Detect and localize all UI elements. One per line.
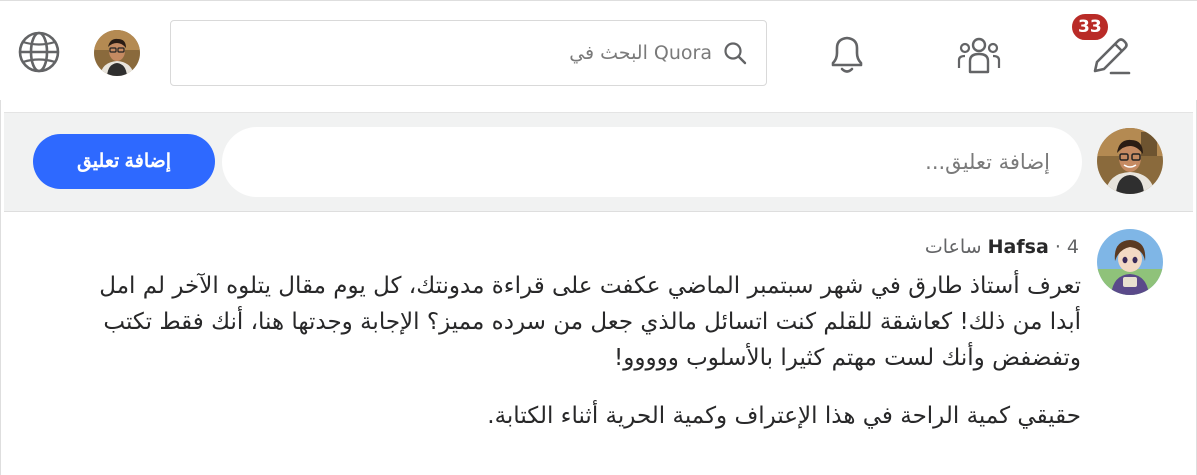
current-user-avatar-image	[1097, 128, 1163, 194]
people-icon[interactable]	[955, 30, 1003, 78]
comment-paragraph: تعرف أستاذ طارق في شهر سبتمبر الماضي عكف…	[99, 273, 1081, 371]
globe-icon[interactable]	[16, 29, 62, 75]
search-placeholder: البحث في Quora	[569, 42, 712, 64]
user-avatar[interactable]	[94, 30, 140, 76]
search-bar[interactable]: البحث في Quora	[170, 20, 767, 86]
comment-input[interactable]	[222, 127, 1082, 197]
meta-separator: ·	[1054, 236, 1061, 258]
current-user-avatar[interactable]	[1097, 128, 1163, 194]
user-avatar-image	[94, 30, 140, 76]
comment-author[interactable]: Hafsa	[988, 236, 1049, 258]
bell-icon[interactable]	[823, 29, 871, 77]
top-navigation-bar: البحث في Quora 33	[0, 0, 1197, 100]
comment-body: تعرف أستاذ طارق في شهر سبتمبر الماضي عكف…	[71, 268, 1081, 456]
add-comment-button[interactable]: إضافة تعليق	[33, 134, 215, 189]
commenter-avatar[interactable]	[1097, 229, 1163, 295]
search-icon	[724, 42, 747, 65]
comment-paragraph: حقيقي كمية الراحة في هذا الإعتراف وكمية …	[487, 403, 1081, 429]
commenter-avatar-image	[1097, 229, 1163, 295]
comment-meta: Hafsa · 4 ساعات	[925, 236, 1079, 258]
notification-badge[interactable]: 33	[1070, 12, 1110, 42]
